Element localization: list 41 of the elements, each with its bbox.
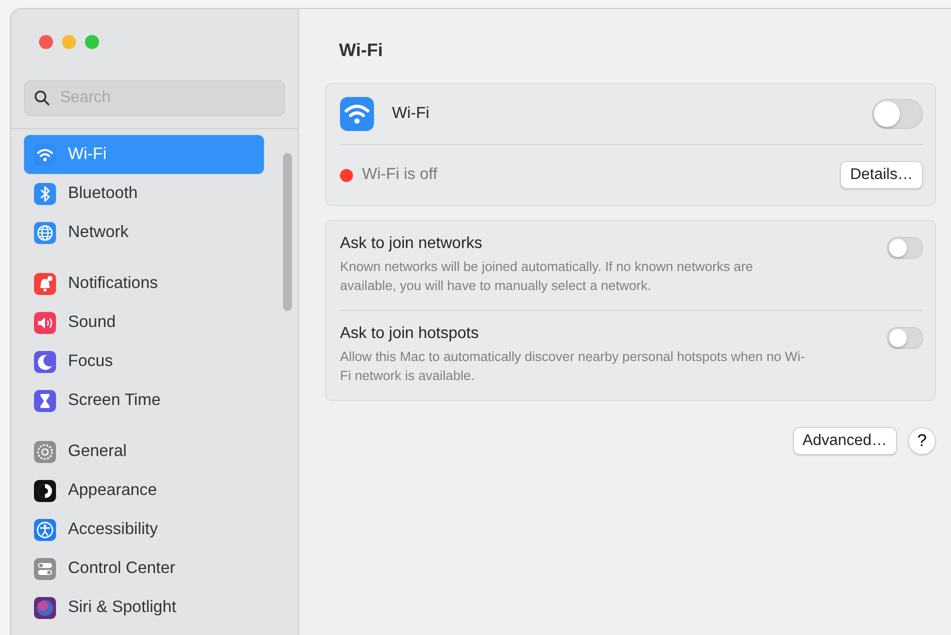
sidebar-item[interactable]: Accessibility bbox=[24, 510, 264, 549]
sidebar-item[interactable]: Appearance bbox=[24, 471, 264, 510]
speaker-icon bbox=[34, 312, 56, 334]
bluetooth-icon bbox=[34, 182, 56, 204]
page-title: Wi-Fi bbox=[339, 40, 384, 61]
option-title: Ask to join hotspots bbox=[340, 325, 480, 343]
orb-icon bbox=[34, 596, 56, 618]
scrollbar[interactable] bbox=[283, 153, 292, 311]
sidebar-item[interactable]: Control Center bbox=[24, 549, 264, 588]
switches-icon bbox=[34, 558, 56, 580]
option-toggle[interactable] bbox=[887, 327, 923, 349]
hourglass-icon bbox=[34, 390, 56, 412]
search-icon bbox=[34, 90, 50, 106]
moon-icon bbox=[34, 350, 56, 372]
option-description: Allow this Mac to automatically discover nearby personal hotspots when no Wi-Fi network is available. bbox=[340, 348, 806, 385]
wifi-toggle[interactable] bbox=[872, 99, 923, 129]
zoom-button[interactable] bbox=[85, 35, 99, 49]
option-description: Known networks will be joined automatically. If no known networks are available, you will have to manually select a network. bbox=[340, 258, 754, 295]
close-button[interactable] bbox=[39, 35, 53, 49]
wifi-icon bbox=[34, 144, 56, 166]
details-button[interactable]: Details… bbox=[840, 161, 923, 189]
status-text: Wi-Fi is off bbox=[362, 166, 438, 184]
advanced-button[interactable]: Advanced… bbox=[792, 427, 897, 455]
sidebar-item[interactable]: Bluetooth bbox=[24, 174, 264, 213]
bell-icon bbox=[34, 272, 56, 294]
globe-icon bbox=[34, 222, 56, 244]
gear-icon bbox=[34, 440, 56, 462]
help-button[interactable]: ? bbox=[908, 427, 936, 455]
sidebar-item[interactable]: Sound bbox=[24, 303, 264, 342]
sidebar-item[interactable]: Network bbox=[24, 213, 264, 252]
wifi-label: Wi-Fi bbox=[392, 105, 430, 123]
option-toggle[interactable] bbox=[887, 237, 923, 259]
accessibility-icon bbox=[34, 518, 56, 540]
wifi-icon bbox=[340, 97, 374, 131]
sidebar-item[interactable]: Notifications bbox=[24, 264, 264, 303]
sidebar-item[interactable]: General bbox=[24, 432, 264, 471]
minimize-button[interactable] bbox=[62, 35, 76, 49]
sidebar-item[interactable]: Siri & Spotlight bbox=[24, 588, 264, 627]
sidebar-item[interactable]: Screen Time bbox=[24, 381, 264, 420]
sidebar-item[interactable]: Focus bbox=[24, 342, 264, 381]
option-title: Ask to join networks bbox=[340, 235, 484, 253]
